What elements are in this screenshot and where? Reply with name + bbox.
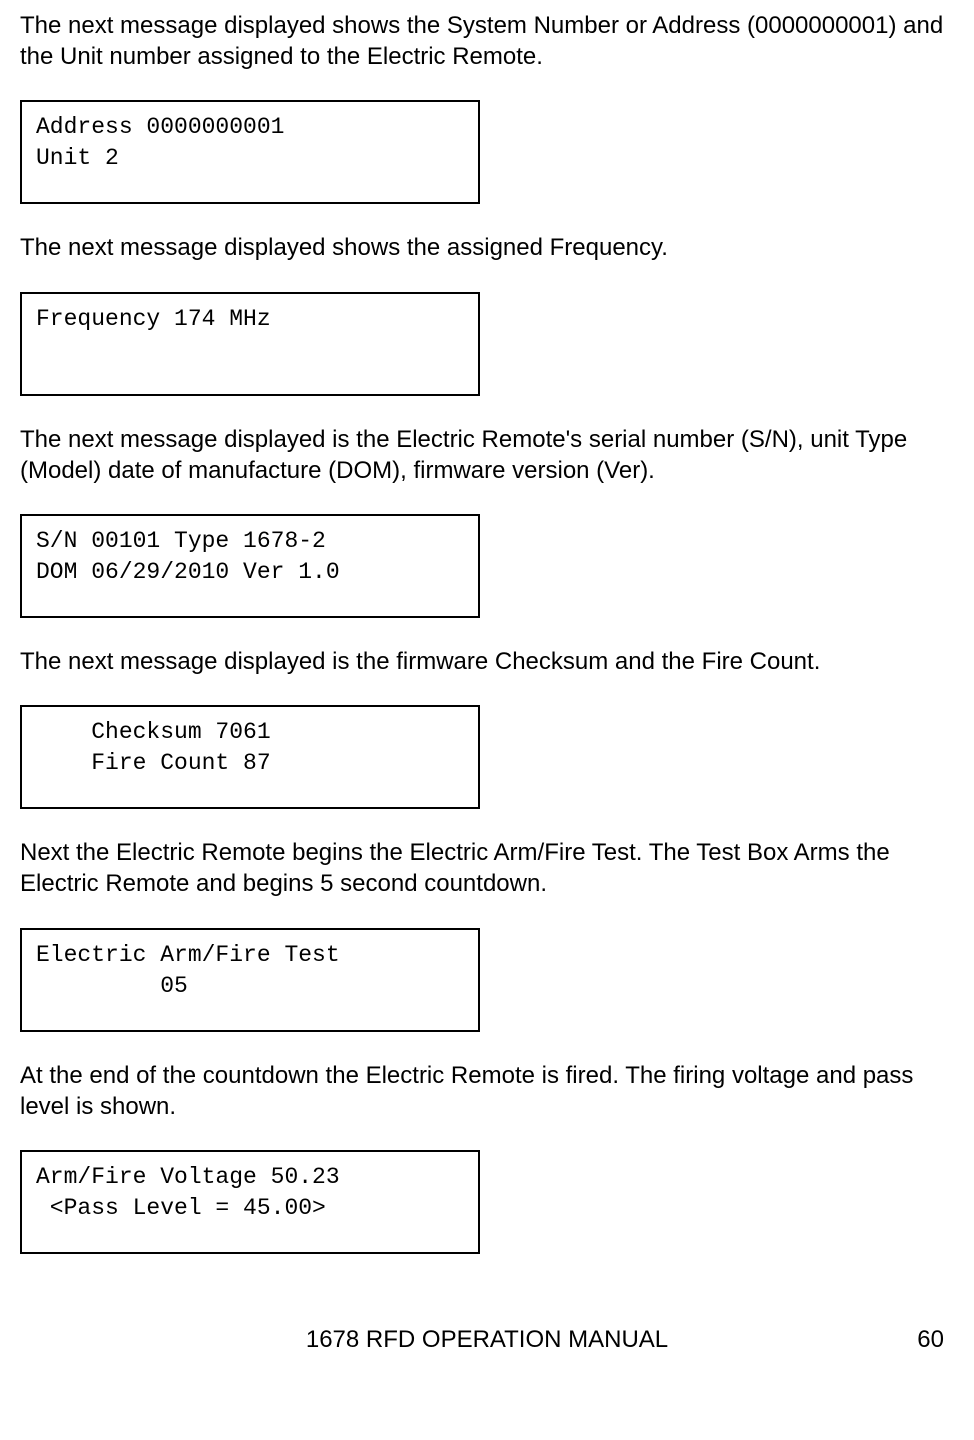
display-line: Unit 2 bbox=[36, 143, 464, 174]
display-box-address: Address 0000000001 Unit 2 bbox=[20, 100, 480, 204]
paragraph-checksum: The next message displayed is the firmwa… bbox=[20, 646, 954, 677]
display-line: Address 0000000001 bbox=[36, 112, 464, 143]
display-line: Arm/Fire Voltage 50.23 bbox=[36, 1162, 464, 1193]
paragraph-address-unit: The next message displayed shows the Sys… bbox=[20, 10, 954, 72]
footer-page-number: 60 bbox=[884, 1324, 944, 1355]
display-box-checksum: Checksum 7061 Fire Count 87 bbox=[20, 705, 480, 809]
display-line: <Pass Level = 45.00> bbox=[36, 1193, 464, 1224]
display-line: S/N 00101 Type 1678-2 bbox=[36, 526, 464, 557]
display-box-frequency: Frequency 174 MHz bbox=[20, 292, 480, 396]
paragraph-armfire-result: At the end of the countdown the Electric… bbox=[20, 1060, 954, 1122]
display-line: Fire Count 87 bbox=[36, 748, 464, 779]
display-line: 05 bbox=[36, 971, 464, 1002]
display-box-armfire-test: Electric Arm/Fire Test 05 bbox=[20, 928, 480, 1032]
footer-title: 1678 RFD OPERATION MANUAL bbox=[90, 1324, 884, 1355]
display-box-armfire-result: Arm/Fire Voltage 50.23 <Pass Level = 45.… bbox=[20, 1150, 480, 1254]
paragraph-armfire-test: Next the Electric Remote begins the Elec… bbox=[20, 837, 954, 899]
display-line: Electric Arm/Fire Test bbox=[36, 940, 464, 971]
page-footer: 1678 RFD OPERATION MANUAL 60 bbox=[20, 1324, 954, 1355]
paragraph-frequency: The next message displayed shows the ass… bbox=[20, 232, 954, 263]
display-line: Checksum 7061 bbox=[36, 717, 464, 748]
display-box-serial: S/N 00101 Type 1678-2 DOM 06/29/2010 Ver… bbox=[20, 514, 480, 618]
display-line: Frequency 174 MHz bbox=[36, 304, 464, 335]
paragraph-serial: The next message displayed is the Electr… bbox=[20, 424, 954, 486]
display-line: DOM 06/29/2010 Ver 1.0 bbox=[36, 557, 464, 588]
